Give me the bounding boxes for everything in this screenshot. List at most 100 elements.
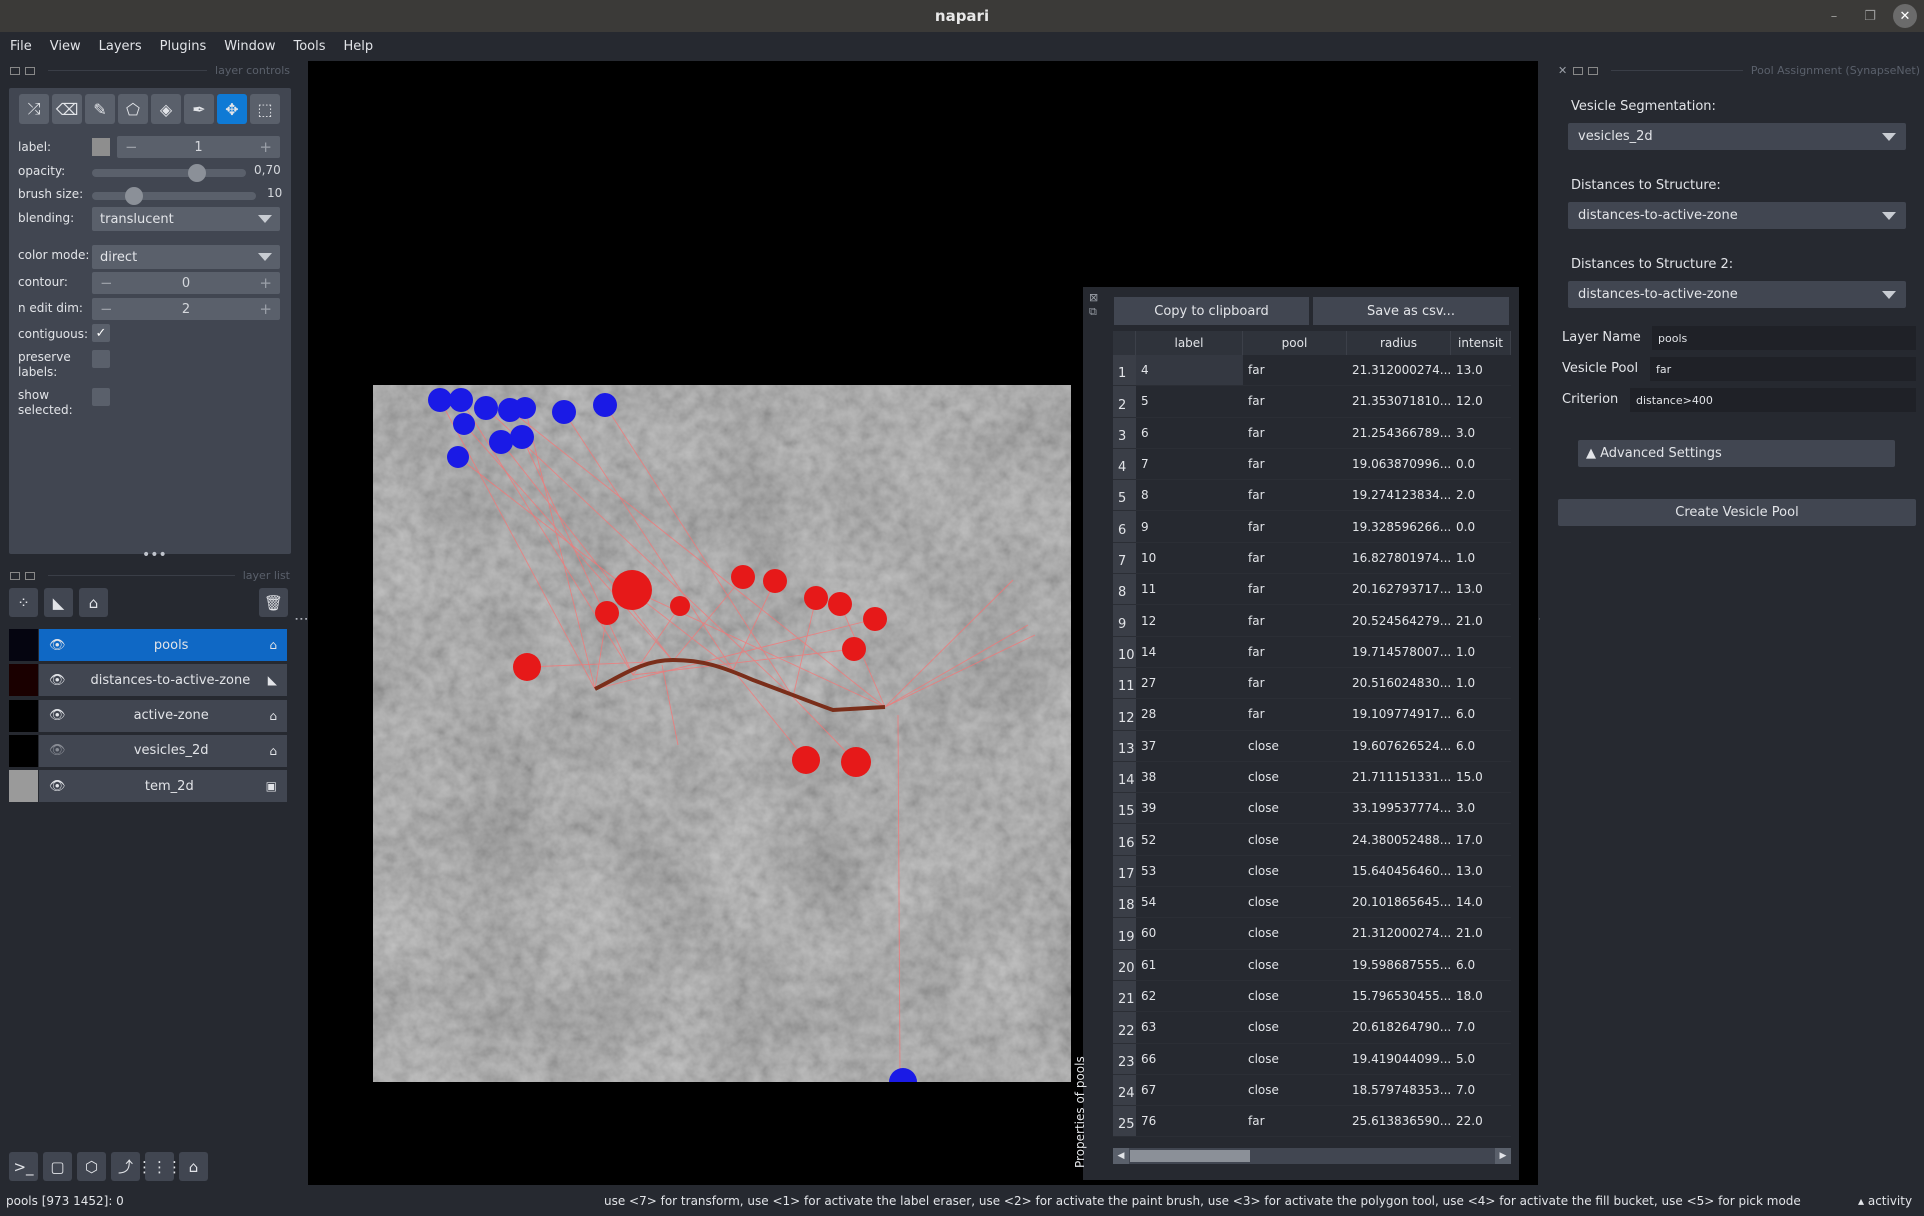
close-vesicle[interactable] <box>731 565 755 589</box>
cell-label[interactable]: 10 <box>1136 542 1243 574</box>
table-row[interactable]: 5 8 far 19.274123834... 2.0 <box>1113 480 1511 512</box>
scroll-left-icon[interactable]: ◀ <box>1113 1148 1129 1164</box>
cell-intensity[interactable]: 1.0 <box>1451 667 1511 699</box>
far-vesicle[interactable] <box>510 425 534 449</box>
scroll-right-icon[interactable]: ▶ <box>1495 1148 1511 1164</box>
copy-to-clipboard-button[interactable]: Copy to clipboard <box>1114 297 1309 325</box>
table-row[interactable]: 20 61 close 19.598687555... 6.0 <box>1113 949 1511 981</box>
table-row[interactable]: 8 11 far 20.162793717... 13.0 <box>1113 574 1511 606</box>
far-vesicle[interactable] <box>552 400 576 424</box>
row-number[interactable]: 22 <box>1113 1012 1136 1043</box>
cell-pool[interactable]: close <box>1243 793 1347 824</box>
transpose-icon[interactable]: ⤴ <box>111 1152 140 1181</box>
contour-spinbox[interactable]: −0 + <box>92 272 280 294</box>
splitter-handle[interactable]: ••• <box>142 548 167 562</box>
polygon-icon[interactable]: ⬠ <box>118 94 148 124</box>
criterion-input[interactable]: distance>400 <box>1630 388 1916 412</box>
cell-pool[interactable]: far <box>1243 667 1347 699</box>
show-selected-checkbox[interactable] <box>92 388 110 406</box>
far-vesicle[interactable] <box>428 388 452 412</box>
cell-radius[interactable]: 20.524564279... <box>1347 605 1451 636</box>
save-as-csv-button[interactable]: Save as csv... <box>1313 297 1509 325</box>
cell-radius[interactable]: 21.312000274... <box>1347 918 1451 949</box>
home-icon[interactable]: ⌂ <box>179 1152 208 1181</box>
cell-pool[interactable]: far <box>1243 574 1347 605</box>
row-number[interactable]: 19 <box>1113 918 1136 949</box>
menu-view[interactable]: View <box>50 39 91 54</box>
close-dock-icon[interactable]: ⊠ <box>1089 291 1098 304</box>
row-number[interactable]: 15 <box>1113 793 1136 824</box>
cell-radius[interactable]: 19.598687555... <box>1347 949 1451 980</box>
row-number[interactable]: 3 <box>1113 417 1136 448</box>
cell-pool[interactable]: far <box>1243 605 1347 636</box>
float-icon[interactable] <box>10 571 20 580</box>
cell-pool[interactable]: close <box>1243 855 1347 887</box>
cell-intensity[interactable]: 18.0 <box>1451 980 1511 1012</box>
row-number[interactable]: 7 <box>1113 542 1136 574</box>
table-row[interactable]: 13 37 close 19.607626524... 6.0 <box>1113 730 1511 762</box>
cell-pool[interactable]: far <box>1243 636 1347 667</box>
cell-label[interactable]: 27 <box>1136 667 1243 699</box>
pan-zoom-icon[interactable]: ✥ <box>217 94 247 124</box>
close-vesicle[interactable] <box>595 601 619 625</box>
vesicle-segmentation-select[interactable]: vesicles_2d <box>1568 123 1906 150</box>
minimize-icon[interactable]: – <box>1822 4 1846 28</box>
table-row[interactable]: 1 4 far 21.312000274... 13.0 <box>1113 355 1511 387</box>
close-vesicle[interactable] <box>763 569 787 593</box>
cell-label[interactable]: 14 <box>1136 636 1243 667</box>
brush-size-slider-handle[interactable] <box>125 187 143 205</box>
cell-pool[interactable]: close <box>1243 1012 1347 1043</box>
row-number[interactable]: 11 <box>1113 667 1136 699</box>
eye-icon[interactable]: 👁 <box>49 708 73 723</box>
contiguous-checkbox[interactable]: ✓ <box>92 324 110 342</box>
menu-layers[interactable]: Layers <box>99 39 152 54</box>
row-number[interactable]: 21 <box>1113 980 1136 1012</box>
cell-label[interactable]: 63 <box>1136 1012 1243 1043</box>
table-row[interactable]: 9 12 far 20.524564279... 21.0 <box>1113 605 1511 637</box>
cell-pool[interactable]: far <box>1243 386 1347 417</box>
cell-radius[interactable]: 15.640456460... <box>1347 855 1451 887</box>
new-labels-layer-icon[interactable]: ⌂ <box>79 588 108 617</box>
row-number[interactable]: 20 <box>1113 949 1136 980</box>
layer-item-pools[interactable]: 👁 pools ⌂ <box>9 629 287 661</box>
close-vesicle[interactable] <box>612 570 652 610</box>
menu-window[interactable]: Window <box>224 39 285 54</box>
cell-radius[interactable]: 19.328596266... <box>1347 511 1451 542</box>
close-vesicle[interactable] <box>670 596 690 616</box>
table-row[interactable]: 6 9 far 19.328596266... 0.0 <box>1113 511 1511 543</box>
cell-label[interactable]: 5 <box>1136 386 1243 417</box>
ndisplay-icon[interactable]: ▢ <box>43 1152 72 1181</box>
distances-2-select[interactable]: distances-to-active-zone <box>1568 281 1906 308</box>
cell-label[interactable]: 37 <box>1136 730 1243 761</box>
column-header-intensity[interactable]: intensit <box>1451 331 1511 355</box>
close-vesicle[interactable] <box>513 653 541 681</box>
cell-radius[interactable]: 20.516024830... <box>1347 667 1451 699</box>
blending-select[interactable]: translucent <box>92 207 280 231</box>
layer-item-active-zone[interactable]: 👁 active-zone ⌂ <box>9 699 287 732</box>
column-header-pool[interactable]: pool <box>1243 331 1347 355</box>
cell-pool[interactable]: far <box>1243 355 1347 386</box>
row-number[interactable]: 5 <box>1113 480 1136 511</box>
cell-radius[interactable]: 19.063870996... <box>1347 448 1451 480</box>
row-number[interactable]: 6 <box>1113 511 1136 542</box>
create-vesicle-pool-button[interactable]: Create Vesicle Pool <box>1558 499 1916 526</box>
cell-label[interactable]: 54 <box>1136 887 1243 918</box>
row-number[interactable]: 8 <box>1113 574 1136 605</box>
cell-label[interactable]: 12 <box>1136 605 1243 636</box>
close-vesicle[interactable] <box>842 637 866 661</box>
row-number[interactable]: 13 <box>1113 730 1136 761</box>
table-row[interactable]: 19 60 close 21.312000274... 21.0 <box>1113 918 1511 950</box>
far-vesicle[interactable] <box>447 446 469 468</box>
cell-label[interactable]: 38 <box>1136 761 1243 793</box>
roll-dims-icon[interactable]: ⬡ <box>77 1152 106 1181</box>
layer-row[interactable]: 👁 tem_2d ▣ <box>39 770 287 803</box>
cell-radius[interactable]: 19.274123834... <box>1347 480 1451 511</box>
row-number[interactable]: 25 <box>1113 1106 1136 1137</box>
vesicle-pool-input[interactable]: far <box>1650 357 1916 381</box>
cell-intensity[interactable]: 22.0 <box>1451 1106 1511 1137</box>
row-number[interactable]: 10 <box>1113 636 1136 667</box>
cell-radius[interactable]: 19.607626524... <box>1347 730 1451 761</box>
cell-pool[interactable]: close <box>1243 1074 1347 1106</box>
close-icon[interactable]: ✕ <box>1558 64 1567 77</box>
table-row[interactable]: 11 27 far 20.516024830... 1.0 <box>1113 667 1511 700</box>
